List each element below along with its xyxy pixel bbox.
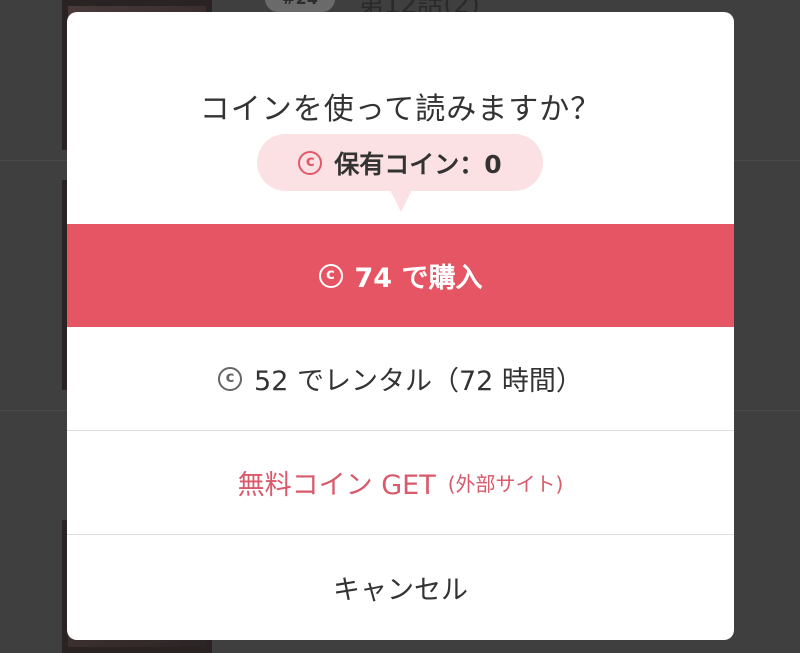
coin-icon <box>218 366 243 391</box>
free-coin-button[interactable]: 無料コイン GET (外部サイト) <box>67 431 734 535</box>
purchase-dialog: コインを使って読みますか？ 保有コイン：0 74 で購入 52 でレンタル（72… <box>67 12 734 640</box>
rent-button[interactable]: 52 でレンタル（72 時間） <box>67 327 734 431</box>
buy-button-label: 74 で購入 <box>354 263 483 294</box>
episode-badge: #24 <box>265 0 335 12</box>
free-coin-label: 無料コイン GET <box>237 470 436 501</box>
dialog-title: コインを使って読みますか？ <box>199 92 602 127</box>
cancel-button[interactable]: キャンセル <box>67 535 734 640</box>
rent-button-label: 52 でレンタル（72 時間） <box>254 366 583 397</box>
buy-button[interactable]: 74 で購入 <box>67 224 734 327</box>
external-site-note: (外部サイト) <box>447 472 564 496</box>
cancel-button-label: キャンセル <box>333 575 468 606</box>
coin-balance-text: 保有コイン：0 <box>334 149 502 179</box>
coin-icon <box>298 150 323 175</box>
coin-balance-bubble: 保有コイン：0 <box>257 134 543 191</box>
coin-icon <box>318 263 343 288</box>
bubble-tail <box>390 190 412 212</box>
